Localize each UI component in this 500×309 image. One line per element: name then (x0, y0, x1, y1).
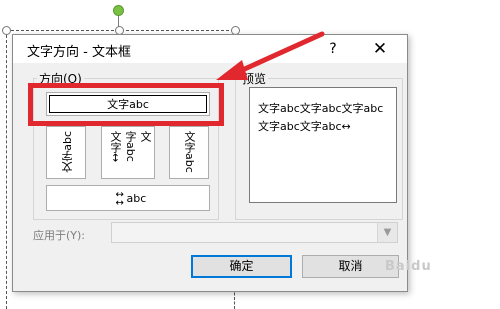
watermark: Baidu (385, 259, 432, 274)
